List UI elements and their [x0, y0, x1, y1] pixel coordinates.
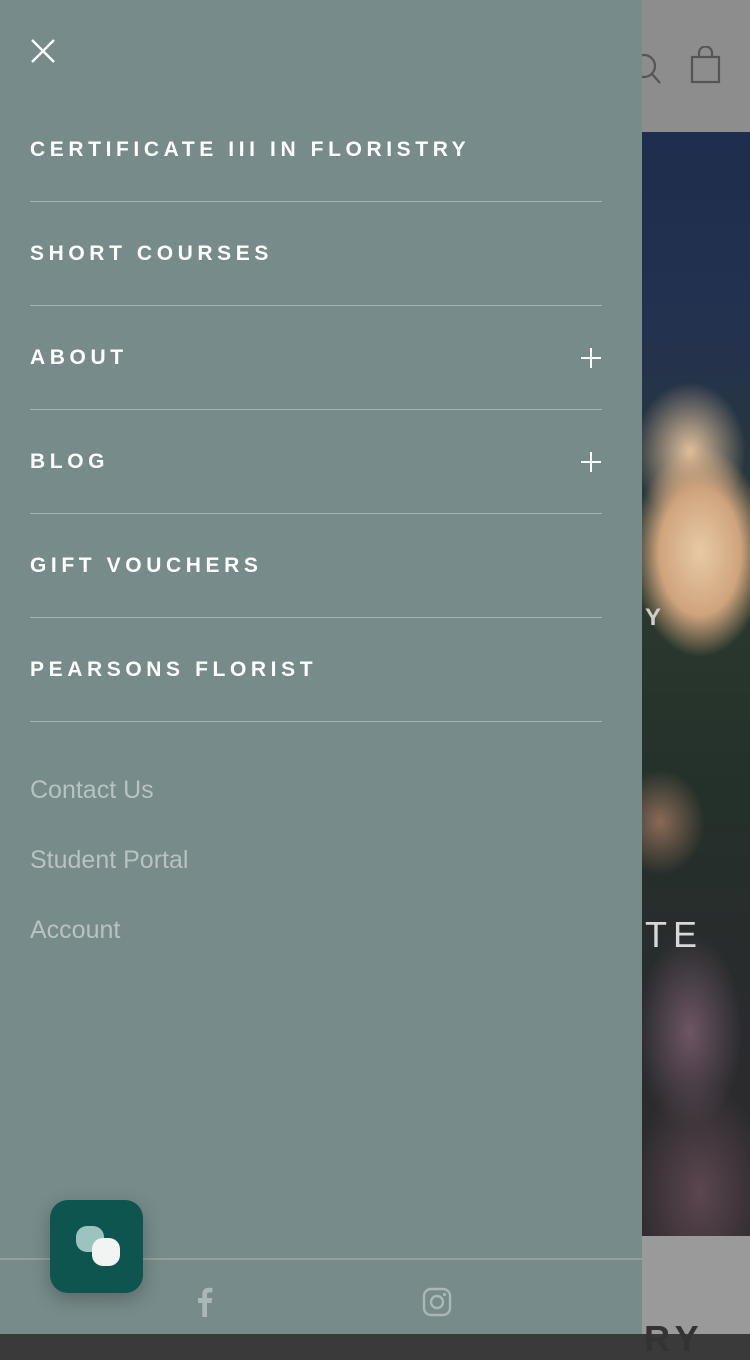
shopping-bag-icon[interactable] [690, 45, 722, 89]
close-icon[interactable] [28, 36, 58, 66]
facebook-icon[interactable] [190, 1286, 220, 1318]
hero-text-fragment: TE [645, 914, 704, 955]
chat-button[interactable] [50, 1200, 143, 1293]
student-portal-link[interactable]: Student Portal [30, 840, 188, 910]
plus-icon[interactable] [580, 347, 602, 369]
instagram-icon[interactable] [422, 1286, 452, 1318]
navigation-drawer: CERTIFICATE III IN FLORISTRY SHORT COURS… [0, 0, 642, 1334]
main-menu: CERTIFICATE III IN FLORISTRY SHORT COURS… [30, 98, 602, 722]
section-heading-fragment: RY [644, 1318, 705, 1359]
menu-item-label: SHORT COURSES [30, 241, 273, 265]
hero-text-fragment: Y [645, 604, 668, 631]
menu-item-label: BLOG [30, 449, 110, 473]
menu-item-blog[interactable]: BLOG [30, 410, 602, 514]
menu-item-label: PEARSONS FLORIST [30, 657, 318, 681]
menu-item-certificate[interactable]: CERTIFICATE III IN FLORISTRY [30, 98, 602, 202]
menu-item-label: GIFT VOUCHERS [30, 553, 263, 577]
account-link[interactable]: Account [30, 910, 188, 980]
secondary-links: Contact Us Student Portal Account [30, 770, 188, 980]
menu-item-label: CERTIFICATE III IN FLORISTRY [30, 137, 471, 161]
menu-item-label: ABOUT [30, 345, 128, 369]
contact-us-link[interactable]: Contact Us [30, 770, 188, 840]
plus-icon[interactable] [580, 451, 602, 473]
chat-icon [74, 1224, 122, 1273]
menu-item-short-courses[interactable]: SHORT COURSES [30, 202, 602, 306]
menu-item-gift-vouchers[interactable]: GIFT VOUCHERS [30, 514, 602, 618]
menu-item-about[interactable]: ABOUT [30, 306, 602, 410]
menu-item-pearsons-florist[interactable]: PEARSONS FLORIST [30, 618, 602, 722]
